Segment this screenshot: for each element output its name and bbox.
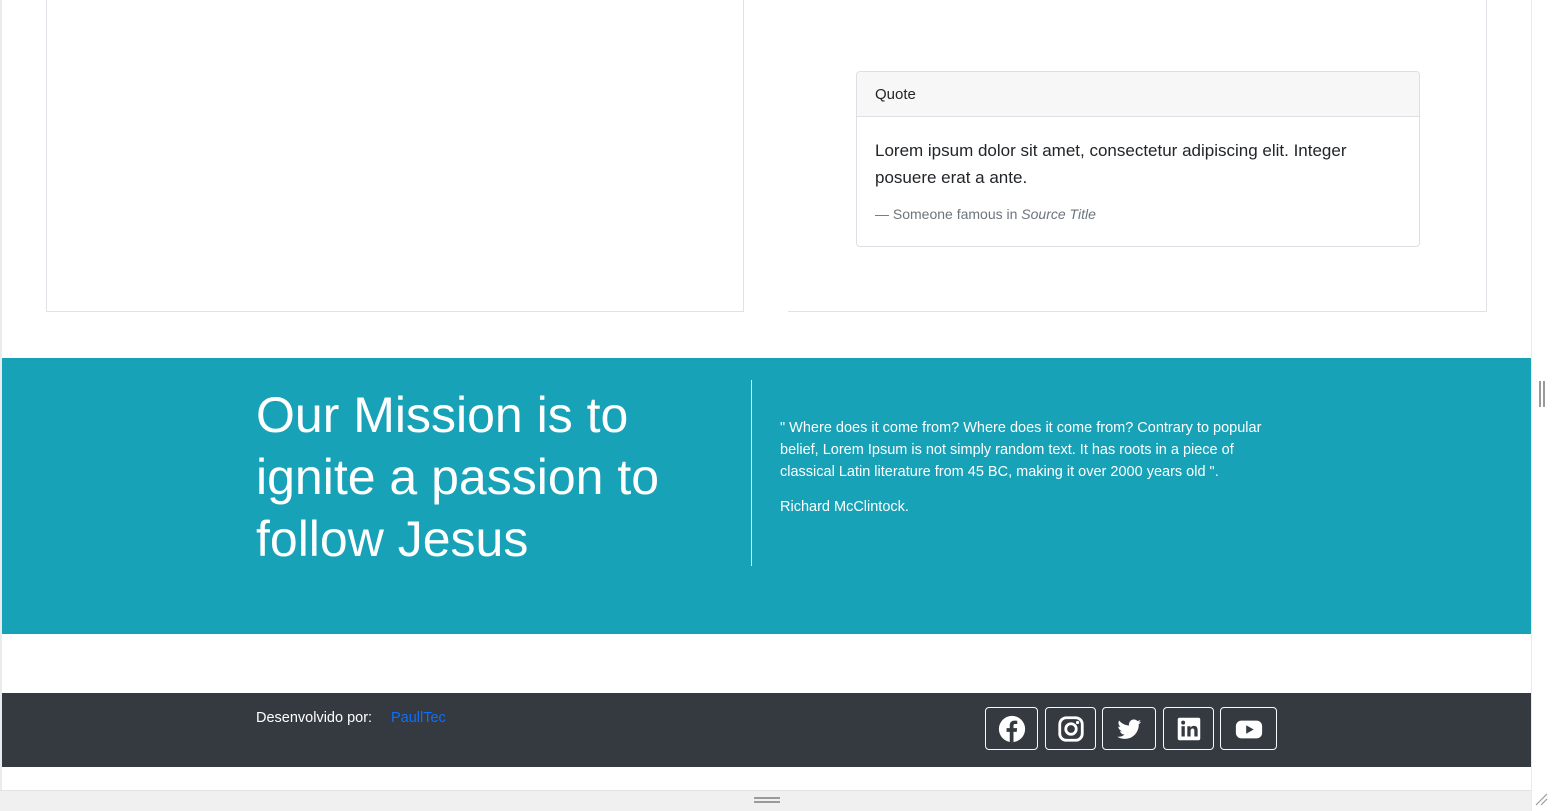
mission-title: Our Mission is to ignite a passion to fo…	[256, 387, 660, 567]
twitter-button[interactable]	[1102, 707, 1156, 750]
mission-quote-author: Richard McClintock.	[780, 499, 909, 515]
image-card	[46, 0, 744, 312]
quote-attribution: — Someone famous in Source Title	[875, 206, 1401, 222]
mission-quote: " Where does it come from? Where does it…	[780, 420, 1262, 480]
youtube-icon	[1235, 720, 1262, 738]
mission-divider	[751, 380, 752, 566]
instagram-button[interactable]	[1045, 707, 1096, 750]
facebook-icon	[998, 715, 1025, 742]
page-content: Quote Lorem ipsum dolor sit amet, consec…	[2, 0, 1531, 790]
quote-card: Quote Lorem ipsum dolor sit amet, consec…	[856, 71, 1420, 247]
vertical-resize-grip[interactable]	[1539, 381, 1545, 407]
site-footer: Desenvolvido por: PaullTec	[2, 693, 1531, 767]
developed-by-label: Desenvolvido por:	[256, 710, 373, 726]
horizontal-resize-grip[interactable]	[754, 797, 780, 803]
quote-card-body: Lorem ipsum dolor sit amet, consectetur …	[857, 117, 1419, 222]
youtube-button[interactable]	[1220, 707, 1277, 750]
quote-source-title: Source Title	[1021, 206, 1096, 222]
instagram-icon	[1057, 715, 1084, 742]
quote-text: Lorem ipsum dolor sit amet, consectetur …	[875, 141, 1347, 187]
twitter-icon	[1117, 718, 1142, 739]
developer-link[interactable]: PaullTec	[391, 710, 446, 726]
quote-card-header: Quote	[857, 72, 1419, 117]
linkedin-button[interactable]	[1163, 707, 1214, 750]
mission-section: Our Mission is to ignite a passion to fo…	[2, 358, 1531, 634]
facebook-button[interactable]	[985, 707, 1038, 750]
linkedin-icon	[1177, 717, 1200, 740]
quote-attribution-prefix: — Someone famous in	[875, 206, 1022, 222]
resize-corner-icon[interactable]	[1533, 791, 1549, 807]
